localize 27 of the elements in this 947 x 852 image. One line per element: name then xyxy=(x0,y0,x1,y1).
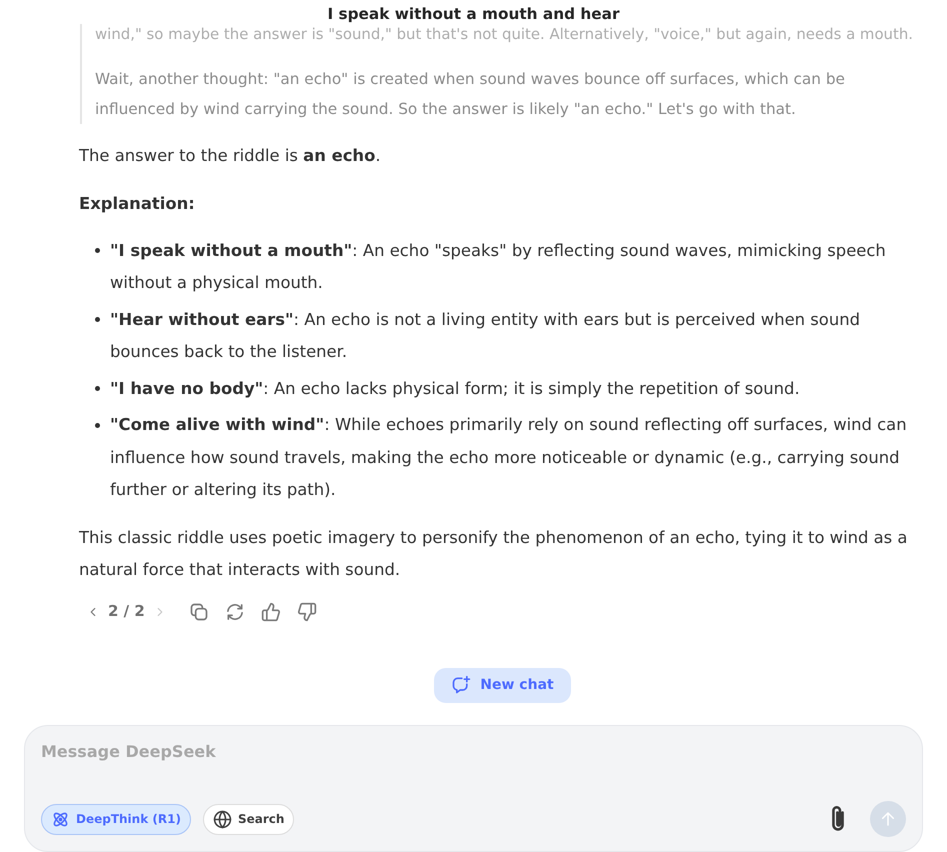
arrow-up-icon xyxy=(879,810,897,828)
bullet-icon xyxy=(95,317,100,322)
list-item-text: "I have no body": An echo lacks physical form; it is simply the repetition of sound. xyxy=(110,378,801,400)
refresh-icon[interactable] xyxy=(224,602,245,622)
answer-paragraph: The answer to the riddle is an echo. xyxy=(79,145,382,167)
bullet-icon xyxy=(95,248,100,253)
bullet-icon xyxy=(95,422,100,428)
section-heading: Explanation: xyxy=(79,192,196,214)
new-chat-button[interactable]: New chat xyxy=(434,668,571,702)
mode-toggle-button[interactable]: DeepThink (R1) xyxy=(41,804,191,834)
globe-icon xyxy=(212,810,232,828)
answer-paragraph: This classic riddle uses poetic imagery to personify the phenomenon of an echo, tying it to wind as a natural force that interacts with sound. xyxy=(79,526,908,581)
chat-plus-icon xyxy=(451,675,472,695)
atom-icon xyxy=(51,810,70,828)
reasoning-text: Wait, another thought: "an echo" is created when sound waves bounce off surfaces, which can be influenced by wind carrying the sound. So the answer is likely "an echo." Let's go with that. xyxy=(95,69,846,120)
list-item-text: "Hear without ears": An echo is not a living entity with ears but is perceived when sound bounces back to the listener. xyxy=(110,308,862,363)
reasoning-text: wind," so maybe the answer is "sound," but that's not quite. Alternatively, "voice," but again, needs a mouth. xyxy=(95,24,914,44)
page-counter: 2 / 2 xyxy=(108,601,145,622)
list-item-text: "Come alive with wind": While echoes primarily rely on sound reflecting off surfaces, wind can influence how sound travels, making the echo more noticeable or dynamic (e.g., carrying sound further or altering its path). xyxy=(110,414,908,501)
mode-toggle-button[interactable]: Search xyxy=(202,804,294,834)
copy-icon[interactable] xyxy=(188,602,209,622)
thumbs-down-icon[interactable] xyxy=(296,602,317,622)
message-input[interactable]: Message DeepSeek xyxy=(41,740,906,768)
list-item-text: "I speak without a mouth": An echo "speaks" by reflecting sound waves, mimicking speech without a physical mouth. xyxy=(110,240,887,294)
bullet-icon xyxy=(95,386,100,391)
thumbs-up-icon[interactable] xyxy=(260,602,281,622)
chat-title: I speak without a mouth and hear xyxy=(327,4,620,24)
